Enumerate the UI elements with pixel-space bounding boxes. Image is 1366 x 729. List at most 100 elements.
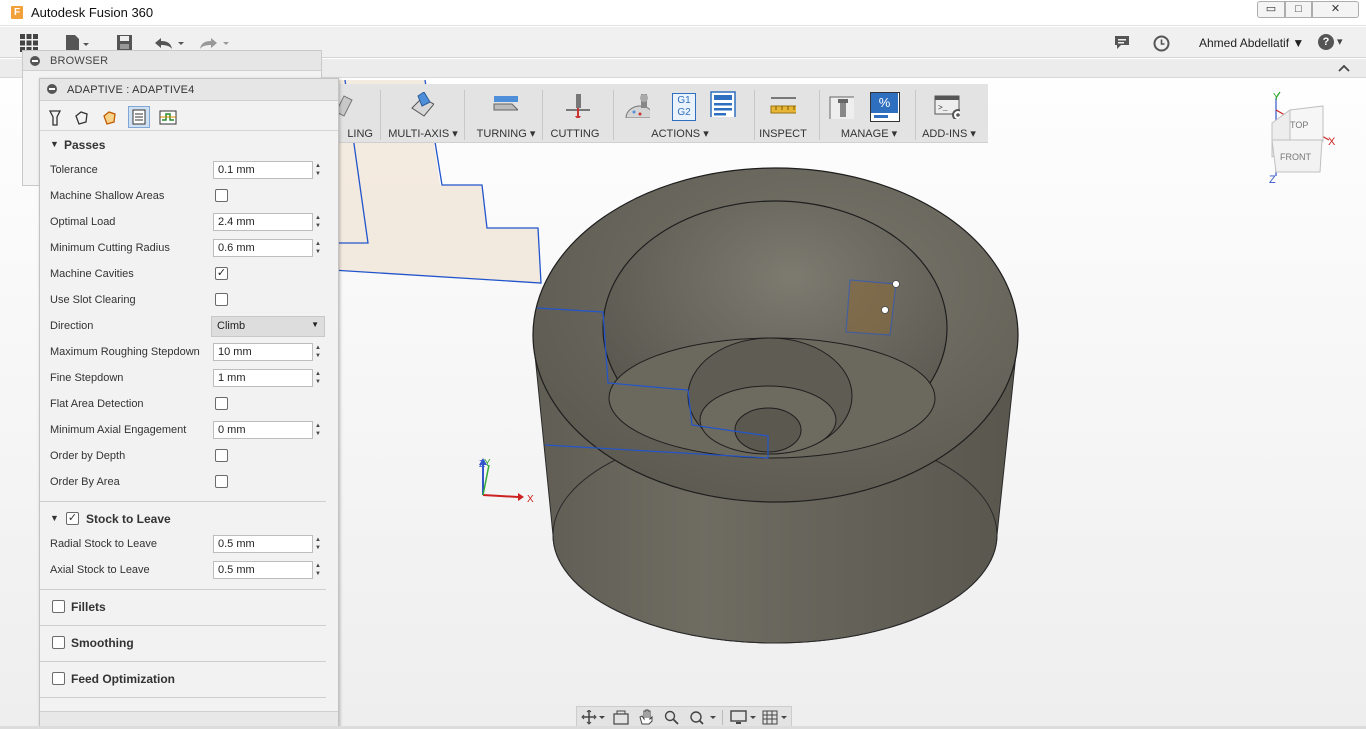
percent-label: %	[871, 93, 898, 113]
ribbon-group-actions[interactable]: G1 G2 ACTIONS ▾	[618, 84, 742, 143]
tab-tool[interactable]	[44, 106, 66, 128]
tolerance-spinner[interactable]: ▲ ▼	[314, 162, 322, 178]
tolerance-input[interactable]: 0.1 mm	[213, 161, 313, 179]
selected-face-highlight	[845, 279, 897, 336]
min-axial-engagement-input[interactable]: 0 mm	[213, 421, 313, 439]
ribbon-group-multi-axis[interactable]: MULTI-AXIS ▾	[386, 84, 460, 143]
stock-to-leave-checkbox[interactable]: ✓	[66, 512, 79, 525]
optimal-load-spinner[interactable]: ▲ ▼	[314, 214, 322, 230]
min-axial-engagement-spinner[interactable]: ▲ ▼	[314, 422, 322, 438]
min-cutting-radius-spinner[interactable]: ▲ ▼	[314, 240, 322, 256]
optimal-load-input[interactable]: 2.4 mm	[213, 213, 313, 231]
feed-optimization-section-header[interactable]: Feed Optimization	[40, 667, 338, 691]
viewcube-x-label: X	[1328, 136, 1336, 148]
machine-shallow-checkbox[interactable]	[215, 189, 228, 202]
radial-stock-spinner[interactable]: ▲ ▼	[314, 536, 322, 552]
tab-heights[interactable]	[98, 106, 120, 128]
dialog-tab-bar	[40, 101, 338, 131]
optimal-load-row: Optimal Load 2.4 mm ▲ ▼	[40, 211, 338, 233]
radial-stock-input[interactable]: 0.5 mm	[213, 535, 313, 553]
point-handle	[881, 306, 889, 314]
min-axial-engagement-row: Minimum Axial Engagement 0 mm ▲ ▼	[40, 419, 338, 441]
browser-header[interactable]: BROWSER	[23, 51, 321, 71]
ribbon-group-milling[interactable]: LING	[335, 84, 376, 143]
viewcube-y-label: Y	[1273, 92, 1280, 103]
tool-tab-icon	[48, 110, 62, 126]
section-divider	[40, 501, 326, 502]
order-by-depth-checkbox[interactable]	[215, 449, 228, 462]
navigation-bar	[576, 706, 792, 728]
orbit-icon[interactable]	[581, 710, 605, 725]
order-by-area-row: Order By Area	[40, 471, 338, 493]
browser-title: BROWSER	[50, 55, 109, 67]
optimal-load-label: Optimal Load	[50, 216, 116, 228]
machine-cavities-checkbox[interactable]: ✓	[215, 267, 228, 280]
triad-y-label: Y	[484, 458, 491, 469]
smoothing-checkbox[interactable]	[52, 636, 65, 649]
fillets-checkbox[interactable]	[52, 600, 65, 613]
display-settings-icon[interactable]	[730, 710, 758, 725]
order-by-area-checkbox[interactable]	[215, 475, 228, 488]
tab-passes[interactable]	[128, 106, 150, 128]
min-cutting-radius-row: Minimum Cutting Radius 0.6 mm ▲ ▼	[40, 237, 338, 259]
expand-arrow-icon: ▼	[50, 139, 59, 149]
ribbon-group-add-ins[interactable]: >_ ADD-INS ▾	[918, 84, 980, 143]
min-cutting-radius-input[interactable]: 0.6 mm	[213, 239, 313, 257]
ribbon-group-turning[interactable]: TURNING ▾	[468, 84, 544, 143]
machine-cavities-label: Machine Cavities	[50, 268, 134, 280]
direction-select[interactable]: Climb ▼	[211, 316, 325, 337]
tolerance-row: Tolerance 0.1 mm ▲ ▼	[40, 159, 338, 181]
fine-stepdown-input[interactable]: 1 mm	[213, 369, 313, 387]
feed-optimization-title: Feed Optimization	[71, 672, 176, 686]
viewcube-front-label: FRONT	[1280, 152, 1311, 162]
triad-x-label: X	[527, 494, 534, 505]
tab-geometry[interactable]	[70, 106, 92, 128]
axial-stock-input[interactable]: 0.5 mm	[213, 561, 313, 579]
max-roughing-stepdown-row: Maximum Roughing Stepdown 10 mm ▲ ▼	[40, 341, 338, 363]
ribbon-group-inspect[interactable]: INSPECT	[756, 84, 810, 143]
flat-area-detection-checkbox[interactable]	[215, 397, 228, 410]
tab-linking[interactable]	[157, 106, 179, 128]
point-handle	[892, 280, 900, 288]
look-at-icon[interactable]	[613, 710, 629, 725]
axial-stock-label: Axial Stock to Leave	[50, 564, 150, 576]
stock-to-leave-section-header[interactable]: ▼ ✓ Stock to Leave	[40, 507, 338, 531]
dialog-header[interactable]: ADAPTIVE : ADAPTIVE4	[40, 79, 338, 101]
radial-stock-label: Radial Stock to Leave	[50, 538, 158, 550]
fine-stepdown-label: Fine Stepdown	[50, 372, 124, 384]
ribbon-label-actions: ACTIONS ▾	[651, 128, 709, 140]
collapse-browser-icon[interactable]	[30, 56, 40, 66]
ribbon-group-manage[interactable]: % MANAGE ▾	[820, 84, 918, 143]
heights-tab-icon	[103, 111, 116, 125]
tool-library-icon	[829, 96, 854, 119]
linking-tab-icon	[159, 110, 177, 125]
use-slot-clearing-checkbox[interactable]	[215, 293, 228, 306]
direction-label: Direction	[50, 320, 94, 332]
axial-stock-spinner[interactable]: ▲ ▼	[314, 562, 322, 578]
fit-zoom-icon[interactable]	[689, 710, 717, 725]
smoothing-section-header[interactable]: Smoothing	[40, 631, 338, 655]
pan-hand-icon[interactable]	[638, 709, 654, 726]
g1-label: G1	[677, 95, 691, 106]
chevron-down-icon: ▼	[311, 320, 319, 329]
viewcube-z-label: Z	[1269, 174, 1276, 186]
collapse-dialog-icon[interactable]	[47, 84, 57, 94]
zoom-icon[interactable]	[664, 710, 680, 725]
fillets-section-header[interactable]: Fillets	[40, 595, 338, 619]
manufacture-ribbon: LING MULTI-AXIS ▾ TURNING ▾ CUTTING G1 G…	[335, 84, 988, 143]
ribbon-label-cutting: CUTTING	[550, 128, 600, 140]
fine-stepdown-row: Fine Stepdown 1 mm ▲ ▼	[40, 367, 338, 389]
geometry-tab-icon	[75, 111, 88, 125]
grid-settings-icon[interactable]	[762, 710, 790, 725]
machine-shallow-row: Machine Shallow Areas	[40, 185, 338, 207]
ribbon-label-turning: TURNING ▾	[476, 128, 536, 140]
fine-stepdown-spinner[interactable]: ▲ ▼	[314, 370, 322, 386]
max-roughing-stepdown-spinner[interactable]: ▲ ▼	[314, 344, 322, 360]
max-roughing-stepdown-input[interactable]: 10 mm	[213, 343, 313, 361]
feed-optimization-checkbox[interactable]	[52, 672, 65, 685]
ribbon-group-cutting[interactable]: CUTTING	[544, 84, 606, 143]
g2-label: G2	[677, 107, 691, 118]
view-cube[interactable]: TOP FRONT X Y Z	[1269, 91, 1336, 186]
viewcube-top-label: TOP	[1290, 120, 1308, 130]
passes-section-header[interactable]: ▼ Passes	[40, 133, 338, 157]
